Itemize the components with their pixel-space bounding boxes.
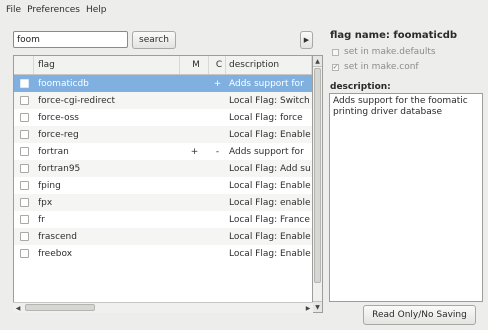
table-body: foomaticdb + Adds support for force-cgi-red…	[14, 75, 312, 262]
row-checkbox[interactable]	[19, 215, 29, 224]
description-label: description:	[330, 82, 391, 92]
triangle-right-icon: ▶	[303, 36, 310, 44]
flag-cell: freebox	[38, 248, 73, 259]
row-checkbox[interactable]	[19, 232, 29, 241]
row-checkbox-cell	[14, 215, 34, 224]
description-cell: Local Flag: Enable	[229, 248, 311, 259]
row-checkbox[interactable]	[19, 96, 29, 105]
header-flag[interactable]: flag	[34, 56, 180, 74]
description-cell: Local Flag: Enable	[229, 231, 311, 242]
description-cell: Local Flag: Switch	[229, 95, 310, 106]
option-make-conf: ✓ set in make.conf	[332, 62, 419, 72]
make-conf-checkbox[interactable]: ✓	[332, 63, 339, 71]
description-cell: Adds support for	[229, 146, 304, 157]
description-cell: Adds support for	[229, 78, 304, 89]
row-checkbox[interactable]	[19, 164, 29, 173]
table-row[interactable]: force-cgi-redirect Local Flag: Switch	[14, 92, 312, 109]
flags-table: flag M C description foomaticdb + Adds sup…	[13, 55, 313, 313]
row-checkbox[interactable]	[19, 249, 29, 258]
table-row[interactable]: fortran + - Adds support for	[14, 143, 312, 160]
description-text: Adds support for the foomatic printing d…	[329, 93, 483, 302]
flag-cell: foomaticdb	[38, 78, 89, 89]
flag-cell: fortran	[38, 146, 69, 157]
table-row[interactable]: fping Local Flag: Enable	[14, 177, 312, 194]
m-cell: +	[190, 146, 199, 157]
table-row[interactable]: freebox Local Flag: Enable	[14, 245, 312, 262]
description-cell: Local Flag: France	[229, 214, 310, 225]
scroll-left-icon[interactable]: ◀	[13, 303, 23, 313]
flag-cell: fping	[38, 180, 61, 191]
scroll-right-icon[interactable]: ▶	[303, 303, 313, 313]
table-row[interactable]: force-reg Local Flag: Enable	[14, 126, 312, 143]
row-checkbox-cell	[14, 164, 34, 173]
flag-cell: force-oss	[38, 112, 79, 123]
table-row[interactable]: fpx Local Flag: enable	[14, 194, 312, 211]
make-defaults-checkbox[interactable]	[332, 48, 339, 56]
menu-preferences[interactable]: Preferences	[27, 5, 80, 15]
horizontal-scroll-thumb[interactable]	[25, 304, 95, 311]
row-checkbox-cell	[14, 232, 34, 241]
vertical-scroll-thumb[interactable]	[314, 68, 321, 283]
row-checkbox[interactable]	[19, 130, 29, 139]
option-make-defaults: set in make.defaults	[332, 47, 436, 57]
search-input[interactable]	[13, 31, 128, 48]
flag-name-title: flag name: foomaticdb	[330, 30, 458, 41]
row-checkbox-cell	[14, 79, 34, 88]
table-header: flag M C description	[14, 56, 312, 75]
table-row[interactable]: fr Local Flag: France	[14, 211, 312, 228]
row-checkbox[interactable]	[19, 113, 29, 122]
description-cell: Local Flag: Enable	[229, 180, 311, 191]
row-checkbox-cell	[14, 249, 34, 258]
row-checkbox-cell	[14, 198, 34, 207]
c-cell: -	[215, 146, 220, 157]
flag-cell: fr	[38, 214, 45, 225]
scroll-up-icon[interactable]: ▲	[313, 56, 322, 67]
row-checkbox-cell	[14, 113, 34, 122]
menu-file[interactable]: File	[6, 5, 21, 15]
c-cell: +	[213, 78, 222, 89]
menu-help[interactable]: Help	[86, 5, 107, 15]
flag-cell: force-reg	[38, 129, 79, 140]
row-checkbox[interactable]	[19, 198, 29, 207]
horizontal-scrollbar[interactable]: ◀ ▶	[13, 302, 313, 313]
header-m[interactable]: M	[180, 56, 209, 74]
scroll-down-icon[interactable]: ▼	[313, 301, 322, 312]
vertical-scrollbar[interactable]: ▲ ▼	[313, 55, 323, 313]
header-check-column[interactable]	[14, 56, 34, 74]
description-cell: Local Flag: force	[229, 112, 303, 123]
table-row[interactable]: foomaticdb + Adds support for	[14, 75, 312, 92]
search-button[interactable]: search	[132, 31, 176, 49]
row-checkbox-cell	[14, 96, 34, 105]
menu-bar: File Preferences Help	[0, 0, 488, 20]
header-description[interactable]: description	[226, 56, 312, 74]
table-row[interactable]: frascend Local Flag: Enable	[14, 228, 312, 245]
row-checkbox[interactable]	[19, 79, 29, 88]
flag-cell: frascend	[38, 231, 77, 242]
flag-cell: fortran95	[38, 163, 81, 174]
expand-arrow-button[interactable]: ▶	[300, 31, 313, 49]
table-row[interactable]: force-oss Local Flag: force	[14, 109, 312, 126]
description-cell: Local Flag: enable	[229, 197, 311, 208]
row-checkbox[interactable]	[19, 181, 29, 190]
row-checkbox-cell	[14, 130, 34, 139]
row-checkbox[interactable]	[19, 147, 29, 156]
row-checkbox-cell	[14, 181, 34, 190]
description-cell: Local Flag: Add su	[229, 163, 311, 174]
make-defaults-label: set in make.defaults	[344, 47, 436, 57]
make-conf-label: set in make.conf	[344, 62, 419, 72]
read-only-button[interactable]: Read Only/No Saving	[363, 305, 476, 325]
description-cell: Local Flag: Enable	[229, 129, 311, 140]
table-row[interactable]: fortran95 Local Flag: Add su	[14, 160, 312, 177]
header-c[interactable]: C	[209, 56, 226, 74]
flag-cell: fpx	[38, 197, 53, 208]
flag-cell: force-cgi-redirect	[38, 95, 116, 106]
row-checkbox-cell	[14, 147, 34, 156]
